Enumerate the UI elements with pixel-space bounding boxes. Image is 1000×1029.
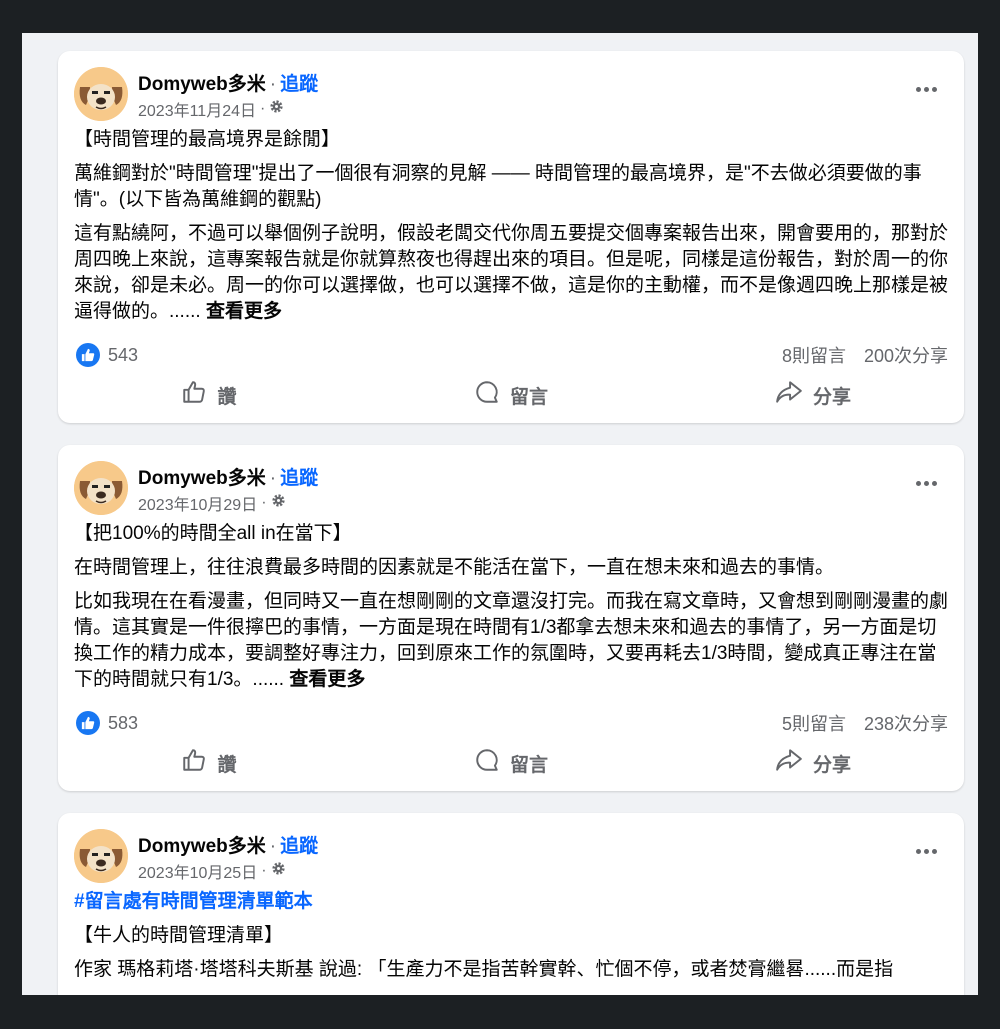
author-name[interactable]: Domyweb多米 (138, 836, 266, 857)
more-horizontal-icon (915, 848, 921, 854)
more-options-button[interactable] (912, 79, 940, 99)
comment-label: 留言 (509, 386, 548, 408)
post-header-line: Domyweb多米 · 追蹤 (138, 831, 318, 858)
comment-button[interactable]: 留言 (360, 379, 662, 411)
comment-button[interactable]: 留言 (360, 747, 662, 779)
comment-bubble-icon (474, 379, 500, 411)
more-options-button[interactable] (912, 841, 940, 861)
post-card: Domyweb多米 · 追蹤 2023年11月24日 · 【時間管理的最高境界是餘閒】… (58, 51, 964, 423)
thumbs-up-icon (76, 711, 100, 735)
see-more-link[interactable]: 查看更多 (206, 301, 282, 322)
avatar[interactable] (74, 67, 128, 121)
reactions-summary[interactable]: 543 (76, 343, 138, 367)
post-stats: 543 8則留言 200次分享 (76, 343, 948, 367)
post-actions: 讚 留言 分享 (58, 741, 964, 785)
thumbs-up-outline-icon (181, 379, 207, 411)
author-name[interactable]: Domyweb多米 (138, 74, 266, 95)
post-paragraph: 【把100%的時間全all in在當下】 (74, 523, 352, 544)
post-paragraph: 【牛人的時間管理清單】 (74, 925, 284, 946)
like-label: 讚 (217, 386, 237, 408)
separator: · (269, 74, 277, 95)
post-actions: 讚 留言 分享 (58, 373, 964, 417)
hashtag-link[interactable]: #留言處有時間管理清單範本 (74, 891, 313, 912)
separator: · (261, 494, 267, 511)
avatar[interactable] (74, 829, 128, 883)
post-stats: 583 5則留言 238次分享 (76, 711, 948, 735)
more-options-button[interactable] (912, 473, 940, 493)
follow-button[interactable]: 追蹤 (280, 74, 318, 95)
follow-button[interactable]: 追蹤 (280, 468, 318, 489)
post-paragraph-last: 這有點繞阿，不過可以舉個例子說明，假設老闆交代你周五要提交個專案報告出來，開會要… (74, 221, 948, 325)
post-meta: 2023年10月25日 · (138, 859, 286, 883)
post-paragraph: 【時間管理的最高境界是餘閒】 (74, 129, 341, 150)
post-header-line: Domyweb多米 · 追蹤 (138, 69, 318, 96)
separator: · (269, 468, 277, 489)
share-count[interactable]: 200次分享 (864, 346, 948, 366)
post-meta: 2023年10月29日 · (138, 491, 286, 515)
like-count: 583 (108, 712, 139, 733)
see-more-link[interactable]: 查看更多 (289, 669, 365, 690)
like-count: 543 (108, 344, 139, 365)
post-date[interactable]: 2023年11月24日 (138, 97, 256, 121)
share-label: 分享 (812, 386, 851, 408)
post-text: #留言處有時間管理清單範本 【牛人的時間管理清單】 作家 瑪格莉塔·塔塔科夫斯基… (74, 889, 948, 991)
comment-bubble-icon (474, 747, 500, 779)
separator: · (261, 862, 267, 879)
separator: · (260, 100, 266, 117)
avatar[interactable] (74, 461, 128, 515)
post-card: Domyweb多米 · 追蹤 2023年10月25日 · #留言處有時間管理清單範本 … (58, 813, 964, 995)
share-count[interactable]: 238次分享 (864, 714, 948, 734)
separator: · (269, 836, 277, 857)
share-button[interactable]: 分享 (662, 379, 964, 411)
engagement-counts: 8則留言 200次分享 (764, 342, 948, 368)
post-paragraph: 萬維鋼對於"時間管理"提出了一個很有洞察的見解 —— 時間管理的最高境界，是"不… (74, 163, 922, 210)
post-paragraph-text: 比如我現在在看漫畫，但同時又一直在想剛剛的文章還沒打完。而我在寫文章時，又會想到… (74, 591, 949, 690)
post-card: Domyweb多米 · 追蹤 2023年10月29日 · 【把100%的時間全all … (58, 445, 964, 791)
more-horizontal-icon (915, 86, 921, 92)
gear-icon (271, 493, 286, 513)
author-name[interactable]: Domyweb多米 (138, 468, 266, 489)
gear-icon (269, 99, 284, 119)
thumbs-up-outline-icon (181, 747, 207, 779)
post-paragraph: #留言處有時間管理清單範本 (74, 889, 948, 915)
post-text: 【時間管理的最高境界是餘閒】 萬維鋼對於"時間管理"提出了一個很有洞察的見解 —… (74, 127, 948, 333)
like-button[interactable]: 讚 (58, 379, 360, 411)
like-button[interactable]: 讚 (58, 747, 360, 779)
follow-button[interactable]: 追蹤 (280, 836, 318, 857)
share-arrow-icon (775, 379, 803, 411)
post-header-line: Domyweb多米 · 追蹤 (138, 463, 318, 490)
post-date[interactable]: 2023年10月25日 (138, 859, 257, 883)
post-date[interactable]: 2023年10月29日 (138, 491, 257, 515)
post-paragraph-last: 作家 瑪格莉塔·塔塔科夫斯基 說過: 「生產力不是指苦幹實幹、忙個不停，或者焚膏… (74, 959, 894, 980)
post-paragraph: 在時間管理上，往往浪費最多時間的因素就是不能活在當下，一直在想未來和過去的事情。 (74, 557, 835, 578)
thumbs-up-icon (76, 343, 100, 367)
reactions-summary[interactable]: 583 (76, 711, 138, 735)
comment-label: 留言 (509, 754, 548, 776)
post-paragraph-last: 比如我現在在看漫畫，但同時又一直在想剛剛的文章還沒打完。而我在寫文章時，又會想到… (74, 589, 948, 693)
share-label: 分享 (812, 754, 851, 776)
feed: Domyweb多米 · 追蹤 2023年11月24日 · 【時間管理的最高境界是餘閒】… (22, 33, 978, 995)
post-meta: 2023年11月24日 · (138, 97, 284, 121)
share-button[interactable]: 分享 (662, 747, 964, 779)
gear-icon (271, 861, 286, 881)
comment-count[interactable]: 8則留言 (782, 346, 846, 366)
more-horizontal-icon (915, 480, 921, 486)
engagement-counts: 5則留言 238次分享 (764, 710, 948, 736)
share-arrow-icon (775, 747, 803, 779)
like-label: 讚 (217, 754, 237, 776)
comment-count[interactable]: 5則留言 (782, 714, 846, 734)
post-text: 【把100%的時間全all in在當下】 在時間管理上，往往浪費最多時間的因素就… (74, 521, 948, 701)
